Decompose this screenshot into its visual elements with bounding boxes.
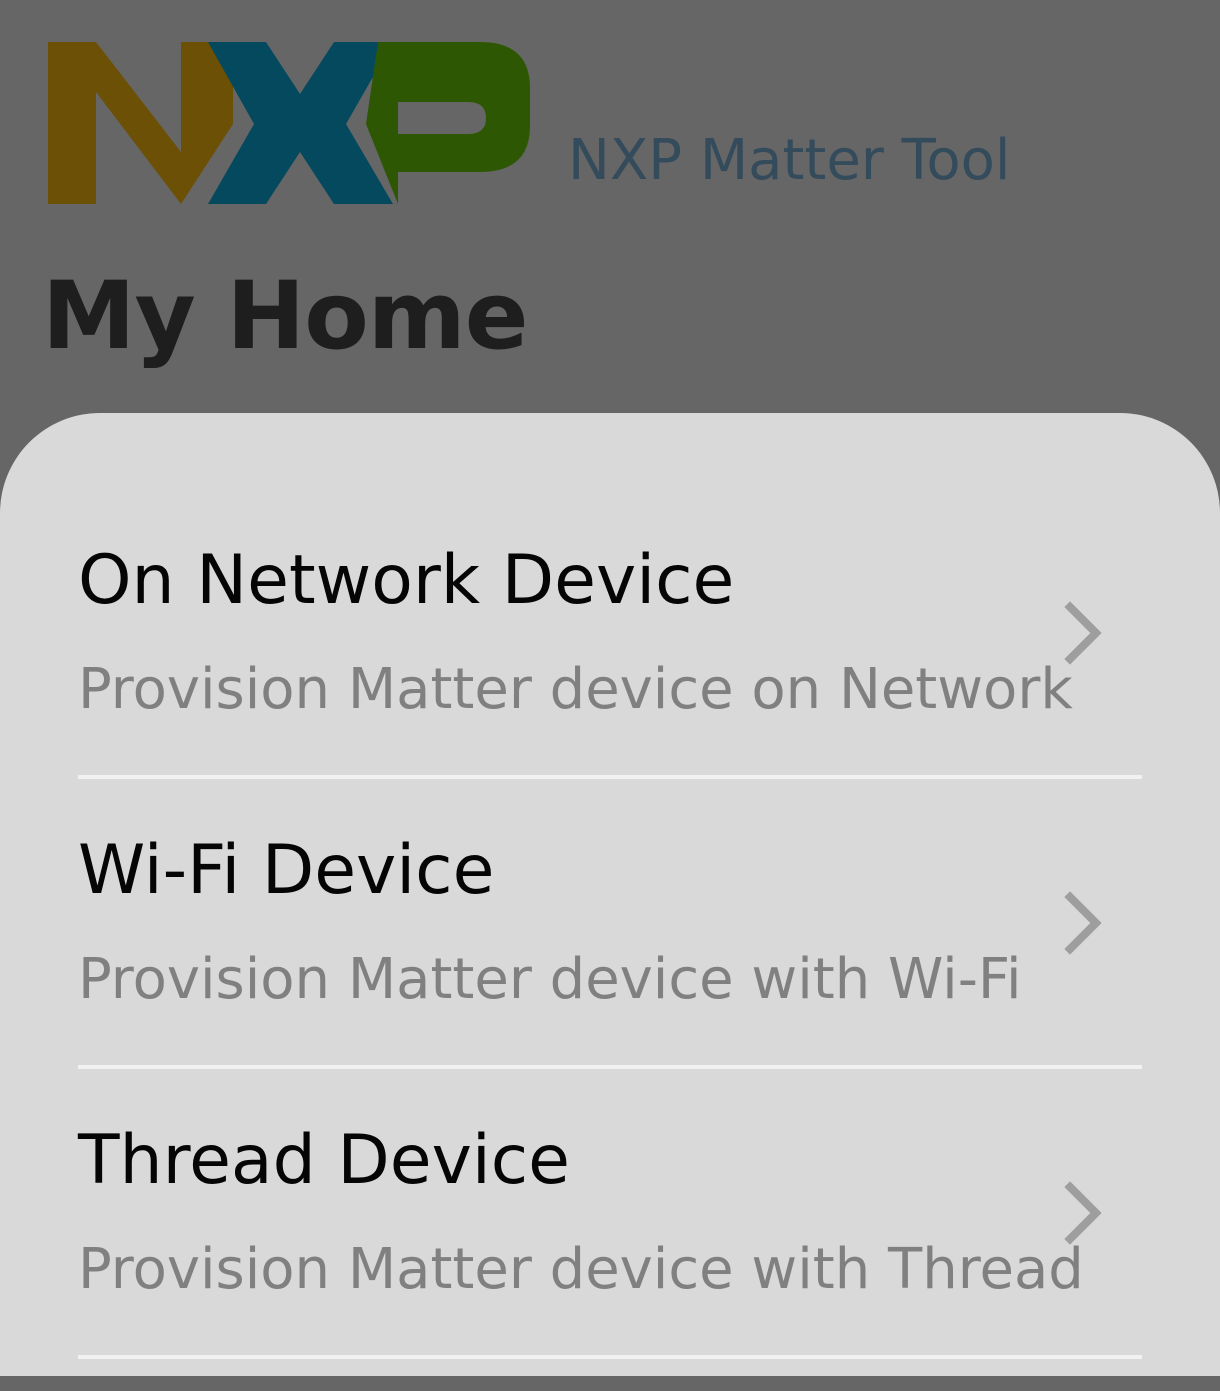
menu-item-on-network-device[interactable]: On Network Device Provision Matter devic…: [78, 521, 1142, 811]
app-header: NXP Matter Tool My Home: [0, 0, 1220, 413]
menu-item-subtitle: Provision Matter device on Network: [78, 657, 1073, 722]
menu-item-title: Wi-Fi Device: [78, 831, 495, 910]
logo-letter-p: [366, 42, 530, 204]
page-title: My Home: [42, 262, 528, 371]
menu-item-subtitle: Provision Matter device with Wi-Fi: [78, 947, 1022, 1012]
chevron-right-icon: [1064, 891, 1102, 955]
menu-item-thread-device[interactable]: Thread Device Provision Matter device wi…: [78, 1101, 1142, 1391]
logo-letter-n: [48, 42, 233, 204]
menu-item-wifi-device[interactable]: Wi-Fi Device Provision Matter device wit…: [78, 811, 1142, 1101]
menu-item-subtitle: Provision Matter device with Thread: [78, 1237, 1084, 1302]
logo-letter-x: [208, 42, 393, 204]
chevron-right-icon: [1064, 601, 1102, 665]
app-name: NXP Matter Tool: [568, 128, 1011, 193]
chevron-right-icon: [1064, 1181, 1102, 1245]
device-type-sheet: On Network Device Provision Matter devic…: [0, 413, 1220, 1376]
nxp-logo: [48, 42, 530, 206]
menu-item-title: On Network Device: [78, 541, 735, 620]
divider: [78, 1065, 1142, 1069]
menu-item-title: Thread Device: [78, 1121, 570, 1200]
divider: [78, 775, 1142, 779]
divider: [78, 1355, 1142, 1359]
